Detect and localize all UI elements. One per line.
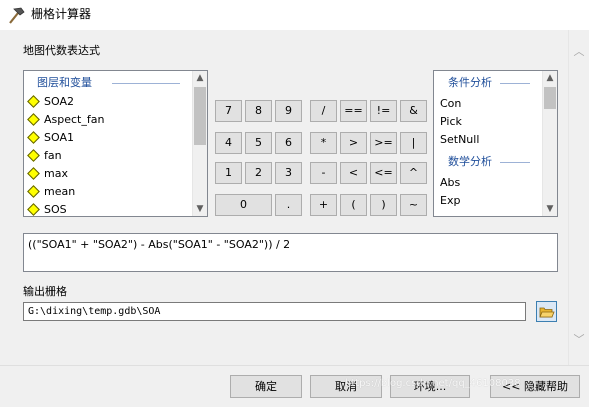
expression-input[interactable]: (("SOA1" + "SOA2") - Abs("SOA1" - "SOA2"… — [23, 233, 558, 272]
function-item[interactable]: SetNull — [440, 131, 479, 148]
keypad-button[interactable]: - — [310, 162, 337, 184]
keypad-button[interactable]: 2 — [245, 162, 272, 184]
keypad-button[interactable]: == — [340, 100, 367, 122]
dialog-scrollbar[interactable]: ︿ ﹀ — [568, 30, 589, 365]
raster-diamond-icon — [27, 167, 40, 180]
chevron-down-icon[interactable]: ▼ — [543, 202, 557, 216]
ok-button[interactable]: 确定 — [230, 375, 302, 398]
scroll-down-icon[interactable]: ﹀ — [569, 332, 589, 348]
browse-button[interactable] — [536, 301, 557, 322]
layer-item[interactable]: max — [27, 165, 68, 182]
keypad-button[interactable]: 6 — [275, 132, 302, 154]
keypad-button[interactable]: 7 — [215, 100, 242, 122]
layer-item-label: Aspect_fan — [44, 113, 105, 126]
raster-diamond-icon — [27, 203, 40, 216]
chevron-up-icon[interactable]: ▲ — [193, 71, 207, 85]
keypad-button[interactable]: ^ — [400, 162, 427, 184]
function-item[interactable]: Con — [440, 95, 461, 112]
raster-diamond-icon — [27, 131, 40, 144]
keypad-button[interactable]: 9 — [275, 100, 302, 122]
keypad-button[interactable]: + — [310, 194, 337, 216]
raster-diamond-icon — [27, 149, 40, 162]
keypad-button[interactable]: != — [370, 100, 397, 122]
layer-item-label: fan — [44, 149, 62, 162]
keypad-button[interactable]: ~ — [400, 194, 427, 216]
open-folder-icon — [539, 307, 555, 318]
output-section-label: 输出栅格 — [23, 285, 67, 298]
raster-diamond-icon — [27, 113, 40, 126]
title-bar: 栅格计算器 — [0, 0, 589, 30]
function-item[interactable]: Exp — [440, 192, 460, 209]
scroll-thumb[interactable] — [194, 87, 206, 145]
layers-listbox[interactable]: 图层和变量 ▲ ▼ SOA2 Aspect_fan SOA1 fan max mean SO… — [23, 70, 208, 217]
keypad-button[interactable]: > — [340, 132, 367, 154]
window-title: 栅格计算器 — [31, 7, 92, 21]
keypad-button[interactable]: 4 — [215, 132, 242, 154]
scroll-up-icon[interactable]: ︿ — [569, 44, 589, 60]
chevron-down-icon[interactable]: ▼ — [193, 202, 207, 216]
layer-item[interactable]: SOA2 — [27, 93, 74, 110]
keypad-button[interactable]: / — [310, 100, 337, 122]
functions-listbox[interactable]: ▲ ▼ 条件分析 Con Pick SetNull 数学分析 Abs Exp — [433, 70, 558, 217]
chevron-up-icon[interactable]: ▲ — [543, 71, 557, 85]
keypad-button[interactable]: & — [400, 100, 427, 122]
layer-item[interactable]: fan — [27, 147, 62, 164]
keypad-button[interactable]: ( — [340, 194, 367, 216]
layer-item-label: mean — [44, 185, 76, 198]
layer-item-label: SOA2 — [44, 95, 74, 108]
layer-item[interactable]: mean — [27, 183, 76, 200]
function-item[interactable]: Abs — [440, 174, 460, 191]
output-raster-input[interactable]: G:\dixing\temp.gdb\SOA — [23, 302, 526, 321]
function-group-header: 数学分析 — [434, 155, 542, 169]
raster-diamond-icon — [27, 95, 40, 108]
scroll-thumb[interactable] — [544, 87, 556, 109]
layer-item[interactable]: Aspect_fan — [27, 111, 105, 128]
keypad-button[interactable]: < — [340, 162, 367, 184]
layers-scrollbar[interactable]: ▲ ▼ — [192, 71, 207, 216]
keypad-button[interactable]: >= — [370, 132, 397, 154]
function-item[interactable]: Pick — [440, 113, 462, 130]
layer-item[interactable]: SOA1 — [27, 129, 74, 146]
keypad-button[interactable]: 8 — [245, 100, 272, 122]
functions-scrollbar[interactable]: ▲ ▼ — [542, 71, 557, 216]
keypad-button[interactable]: | — [400, 132, 427, 154]
keypad-button[interactable]: . — [275, 194, 302, 216]
keypad-button[interactable]: 5 — [245, 132, 272, 154]
layers-group-header: 图层和变量 — [24, 76, 194, 90]
watermark-text: https://blog.csdn.net/qq_46108038 — [345, 378, 521, 389]
hammer-icon — [9, 7, 25, 24]
keypad-button[interactable]: 3 — [275, 162, 302, 184]
layer-item-label: SOA1 — [44, 131, 74, 144]
layer-item[interactable]: SOS — [27, 201, 67, 218]
layer-item-label: max — [44, 167, 68, 180]
function-group-header: 条件分析 — [434, 76, 542, 90]
layer-item-label: SOS — [44, 203, 67, 216]
expression-section-label: 地图代数表达式 — [23, 44, 100, 57]
keypad-button[interactable]: <= — [370, 162, 397, 184]
keypad-button[interactable]: * — [310, 132, 337, 154]
keypad-button[interactable]: 0 — [215, 194, 272, 216]
raster-diamond-icon — [27, 185, 40, 198]
keypad-button[interactable]: ) — [370, 194, 397, 216]
keypad-button[interactable]: 1 — [215, 162, 242, 184]
